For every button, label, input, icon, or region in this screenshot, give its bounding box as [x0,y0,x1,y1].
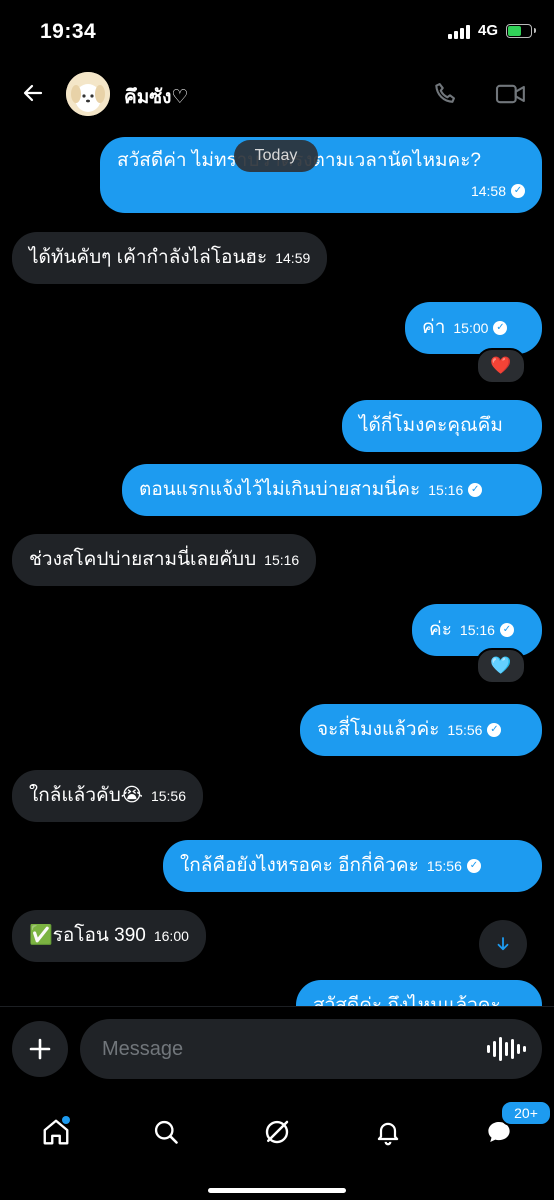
message-text: สวัสดีค่ะ ถึงไหนแล้วคะ [313,995,501,1006]
reaction-heart[interactable]: ❤️ [476,348,526,384]
message-text: สวัสดีค่า ไม่ทราบว่าตรงตามเวลานัดไหมคะ? [117,150,481,171]
message-text: ตอนแรกแจ้งไว้ไม่เกินบ่ายสามนี่คะ [139,479,421,500]
message-text: ได้กี่โมงคะคุณคึม [359,415,503,436]
bell-icon [377,1122,399,1146]
message-time: 15:00 [453,320,489,336]
battery-icon [506,23,536,38]
tab-home[interactable] [26,1104,86,1160]
message-bubble-outgoing[interactable]: ได้กี่โมงคะคุณคึม [342,400,542,452]
read-check-icon: ✓ [487,722,502,737]
message-bubble-outgoing[interactable]: สวัสดีค่า ไม่ทราบว่าตรงตามเวลานัดไหมคะ? … [100,137,542,213]
messages-badge: 20+ [500,1100,552,1126]
read-check-icon: ✓ [468,482,483,497]
video-camera-icon [495,84,525,104]
message-time: 15:56 [150,788,187,804]
message-text: ใกล้คือยังไงหรอคะ อีกกี่คิวคะ [180,855,419,876]
scroll-to-bottom-button[interactable] [479,920,527,968]
call-button[interactable] [432,80,460,108]
blue-heart-emoji-icon: 🩵 [490,656,512,675]
home-indicator [208,1188,346,1193]
message-bubble-incoming[interactable]: ✅รอโอน 390 16:00 [12,910,206,962]
message-time: 14:58 [470,183,506,199]
voice-message-icon[interactable] [487,1037,526,1061]
read-check-icon: ✓ [466,858,481,873]
message-text: ✅รอโอน 390 [29,925,146,946]
message-text: ค่า [422,317,446,338]
plus-icon [29,1038,51,1060]
message-bubble-outgoing[interactable]: ค่า 15:00 ✓ [405,302,542,354]
status-time: 19:34 [40,20,97,43]
message-list[interactable]: สวัสดีค่า ไม่ทราบว่าตรงตามเวลานัดไหมคะ? … [0,124,554,1006]
video-call-button[interactable] [494,80,528,108]
message-time: 15:56 [426,858,462,874]
date-pill: Today [234,140,318,172]
back-button[interactable] [18,78,48,108]
message-bubble-outgoing[interactable]: ค่ะ 15:16 ✓ [412,604,542,656]
status-bar: 19:34 4G [0,0,554,66]
heart-emoji-icon: ❤️ [490,356,512,375]
chat-header: คึมซัง♡ [0,66,554,124]
phone-icon [435,83,455,103]
message-time: 14:59 [275,250,311,266]
back-arrow-icon [23,84,43,102]
grok-icon [265,1120,289,1144]
arrow-down-icon [497,937,509,951]
message-bubble-outgoing[interactable]: ตอนแรกแจ้งไว้ไม่เกินบ่ายสามนี่คะ 15:16 ✓ [122,464,542,516]
message-bubble-incoming[interactable]: ได้ทันคับๆ เค้ากำลังไล่โอนฮะ 14:59 [12,232,328,284]
message-time: 15:16 [459,622,495,638]
read-check-icon: ✓ [511,183,525,198]
message-bubble-outgoing[interactable]: จะสี่โมงแล้วค่ะ 15:56 ✓ [300,704,542,756]
puppy-avatar-icon [66,72,110,116]
message-time: 15:16 [428,482,464,498]
message-bubble-outgoing[interactable]: ใกล้คือยังไงหรอคะ อีกกี่คิวคะ 15:56 ✓ [163,840,542,892]
message-input[interactable]: Message [80,1019,542,1079]
message-time: 16:00 [153,928,189,944]
message-composer: Message [0,1006,554,1093]
message-bubble-incoming[interactable]: ช่วงสโคปบ่ายสามนี่เลยคับบ 15:16 [12,534,317,586]
network-type: 4G [477,22,498,39]
message-bubble-incoming[interactable]: ใกล้แล้วคับ😭 15:56 [12,770,204,822]
message-time: 15:16 [264,552,300,568]
message-time: 15:56 [447,722,483,738]
avatar[interactable] [66,72,110,116]
message-bubble-outgoing[interactable]: สวัสดีค่ะ ถึงไหนแล้วคะ [296,980,542,1006]
message-text: ค่ะ [429,619,452,640]
tab-search[interactable] [136,1104,196,1160]
reaction-blue-heart[interactable]: 🩵 [476,648,526,684]
add-attachment-button[interactable] [12,1021,68,1077]
message-text: ใกล้แล้วคับ😭 [29,785,143,806]
notification-dot [62,1116,70,1124]
tab-notifications[interactable] [358,1104,418,1160]
read-check-icon: ✓ [493,320,508,335]
tab-grok[interactable] [247,1104,307,1160]
bottom-tab-bar: 20+ [0,1092,554,1200]
message-text: จะสี่โมงแล้วค่ะ [317,719,440,740]
read-check-icon: ✓ [499,622,514,637]
contact-name[interactable]: คึมซัง♡ [124,82,188,112]
search-icon [154,1120,178,1144]
signal-icon [447,23,470,39]
message-text: ช่วงสโคปบ่ายสามนี่เลยคับบ [29,549,257,570]
message-text: ได้ทันคับๆ เค้ากำลังไล่โอนฮะ [29,247,268,268]
